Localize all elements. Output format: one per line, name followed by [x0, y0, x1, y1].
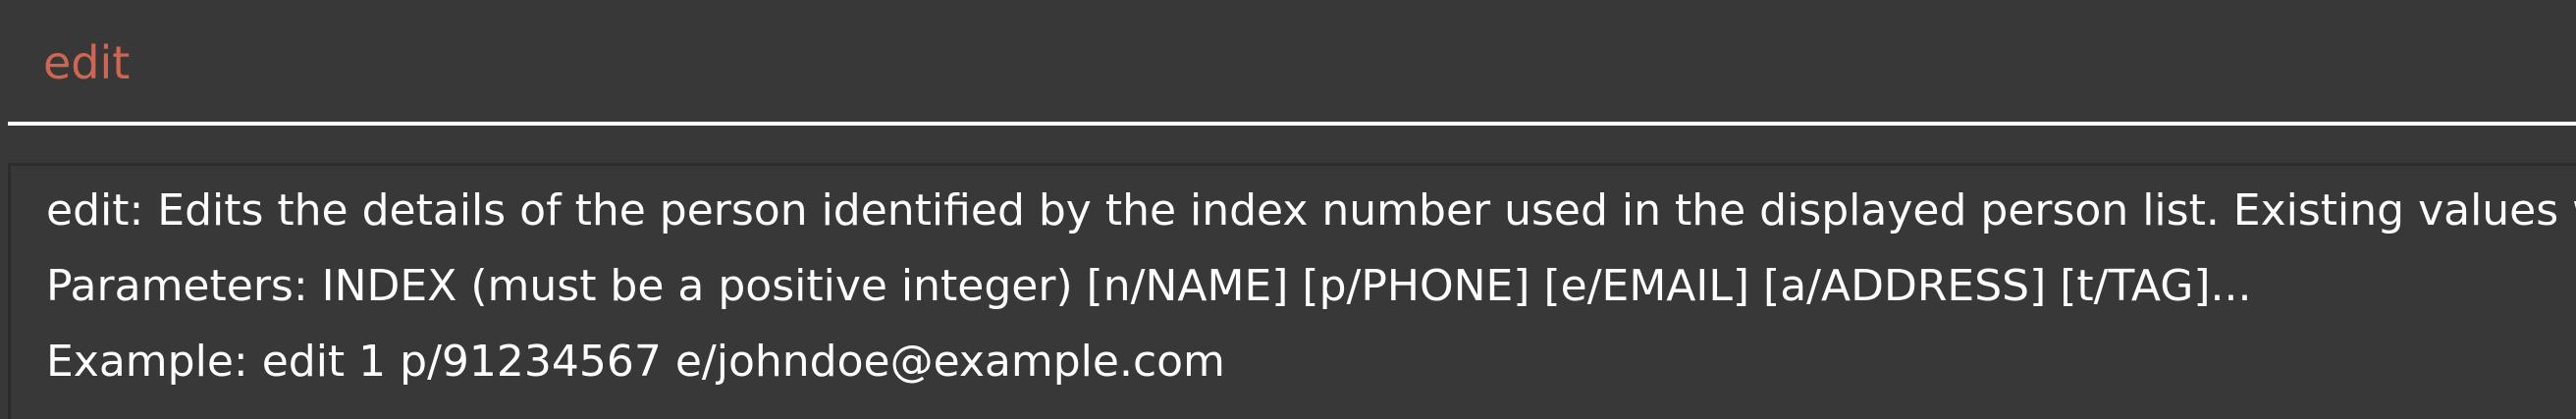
result-display[interactable]: edit: Edits the details of the person id… [8, 163, 2576, 419]
app-window: edit: Edits the details of the person id… [0, 0, 2576, 419]
command-box [0, 0, 2576, 128]
command-input[interactable] [0, 0, 2576, 126]
result-line-example: Example: edit 1 p/91234567 e/johndoe@exa… [46, 337, 1225, 387]
result-line-description: edit: Edits the details of the person id… [46, 185, 2576, 236]
command-input-underline [8, 122, 2576, 126]
result-line-parameters: Parameters: INDEX (must be a positive in… [46, 261, 2252, 311]
